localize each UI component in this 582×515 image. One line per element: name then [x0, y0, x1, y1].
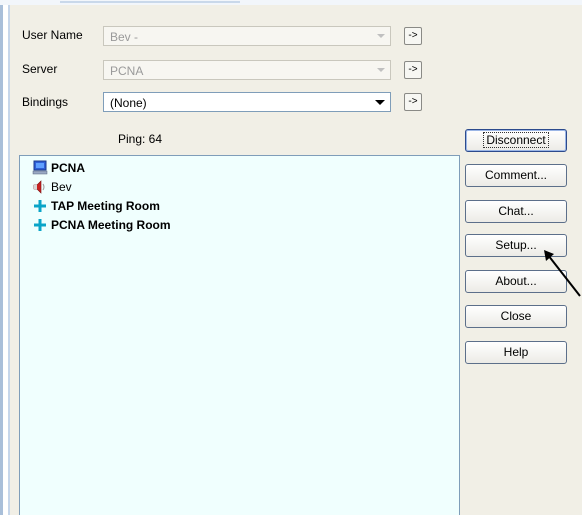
- ping-status: Ping: 64: [118, 132, 163, 146]
- comment-button[interactable]: Comment...: [465, 164, 567, 187]
- computer-icon: [32, 160, 48, 175]
- server-value: PCNA: [110, 64, 144, 78]
- tree-item-label: Bev: [51, 180, 72, 194]
- plus-icon: [34, 200, 46, 212]
- tree-item-label: PCNA: [51, 161, 86, 175]
- chat-button[interactable]: Chat...: [465, 200, 567, 223]
- close-button[interactable]: Close: [465, 305, 567, 328]
- user-name-value: Bev -: [110, 30, 139, 44]
- dropdown-arrow-icon: [375, 100, 385, 105]
- plus-icon: [34, 219, 46, 231]
- user-name-label: User Name: [22, 28, 83, 42]
- tree-item-label: TAP Meeting Room: [51, 199, 160, 213]
- disconnect-label: Disconnect: [483, 132, 549, 148]
- annotation-arrow-icon: [544, 250, 581, 297]
- server-combo[interactable]: PCNA: [103, 60, 391, 80]
- disconnect-button[interactable]: Disconnect: [465, 129, 567, 152]
- bindings-go-button[interactable]: ->: [404, 93, 422, 111]
- help-button[interactable]: Help: [465, 341, 567, 364]
- speaker-icon: [33, 180, 45, 194]
- bindings-value: (None): [110, 96, 147, 110]
- user-name-go-button[interactable]: ->: [404, 27, 422, 45]
- bindings-label: Bindings: [22, 95, 69, 109]
- bindings-combo[interactable]: (None): [103, 92, 391, 112]
- server-go-button[interactable]: ->: [404, 61, 422, 79]
- title-bar-edge: [60, 1, 240, 3]
- tree-item-label: PCNA Meeting Room: [51, 218, 171, 232]
- channel-tree[interactable]: PCNA Bev TAP Meeting Room PCNA Meeting R…: [19, 155, 460, 515]
- window-frame-left: [0, 5, 3, 515]
- server-label: Server: [22, 62, 58, 76]
- dropdown-arrow-icon: [377, 34, 385, 38]
- dropdown-arrow-icon: [377, 68, 385, 72]
- user-name-combo[interactable]: Bev -: [103, 26, 391, 46]
